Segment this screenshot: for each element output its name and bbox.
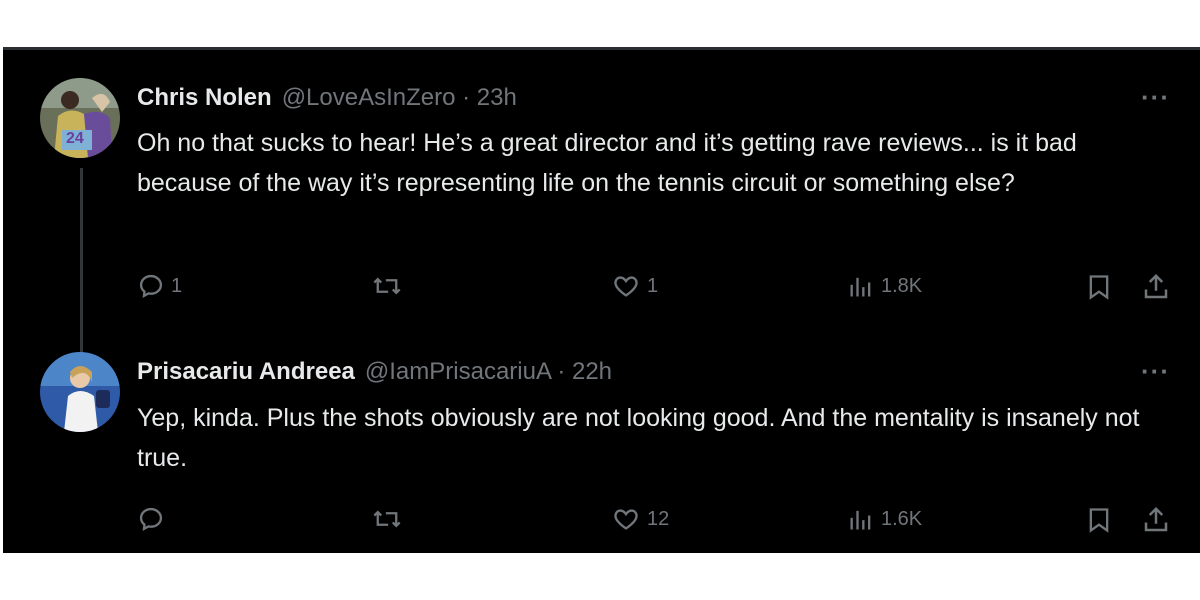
- repost-button[interactable]: [372, 505, 408, 533]
- avatar[interactable]: 24: [40, 78, 120, 158]
- avatar-image-icon: [40, 352, 120, 432]
- more-icon[interactable]: ···: [1141, 356, 1170, 387]
- reply-button[interactable]: [137, 505, 171, 533]
- repost-icon: [373, 277, 401, 295]
- like-button[interactable]: 12: [611, 505, 669, 533]
- views-count: 1.6K: [881, 507, 923, 530]
- author-handle-time[interactable]: @LoveAsInZero · 23h: [282, 84, 517, 112]
- repost-button[interactable]: [372, 272, 408, 300]
- share-button[interactable]: [1141, 505, 1171, 535]
- views-icon: [850, 277, 871, 297]
- author-name[interactable]: Chris Nolen: [137, 84, 272, 112]
- tweet-text: Yep, kinda. Plus the shots obviously are…: [137, 404, 1140, 472]
- like-button[interactable]: 1: [611, 272, 658, 300]
- author-name[interactable]: Prisacariu Andreea: [137, 358, 355, 386]
- tweet-actions: 1 1 1.8K: [3, 272, 1200, 312]
- tweet-actions: 12 1.6K: [3, 505, 1200, 545]
- more-icon[interactable]: ···: [1141, 82, 1170, 113]
- author-handle-time[interactable]: @IamPrisacariuA · 22h: [365, 358, 612, 386]
- views-icon: [850, 510, 871, 530]
- share-icon: [1144, 506, 1168, 532]
- share-button[interactable]: [1141, 272, 1171, 302]
- reply-count: 1: [171, 274, 183, 297]
- avatar[interactable]: [40, 352, 120, 432]
- views-count: 1.8K: [881, 274, 923, 297]
- views-button[interactable]: 1.8K: [847, 272, 922, 300]
- reply-button[interactable]: 1: [137, 272, 182, 300]
- like-count: 1: [647, 274, 659, 297]
- repost-icon: [373, 510, 401, 528]
- like-icon: [614, 276, 638, 297]
- tweet-header: Chris Nolen @LoveAsInZero · 23h: [137, 84, 517, 112]
- share-icon: [1144, 273, 1168, 299]
- like-icon: [614, 509, 638, 530]
- thread-panel: 24 Chris Nolen @LoveAsInZero · 23h ··· O…: [3, 47, 1200, 553]
- avatar-badge-number: 24: [66, 130, 84, 147]
- tweet-text: Oh no that sucks to hear! He’s a great d…: [137, 129, 1077, 197]
- bookmark-icon: [1089, 508, 1109, 533]
- reply-icon: [139, 507, 163, 532]
- bookmark-icon: [1089, 275, 1109, 300]
- bookmark-button[interactable]: [1085, 272, 1113, 302]
- views-button[interactable]: 1.6K: [847, 505, 922, 533]
- like-count: 12: [647, 507, 670, 530]
- bookmark-button[interactable]: [1085, 505, 1113, 535]
- reply-icon: [139, 274, 163, 299]
- tweet-header: Prisacariu Andreea @IamPrisacariuA · 22h: [137, 358, 612, 386]
